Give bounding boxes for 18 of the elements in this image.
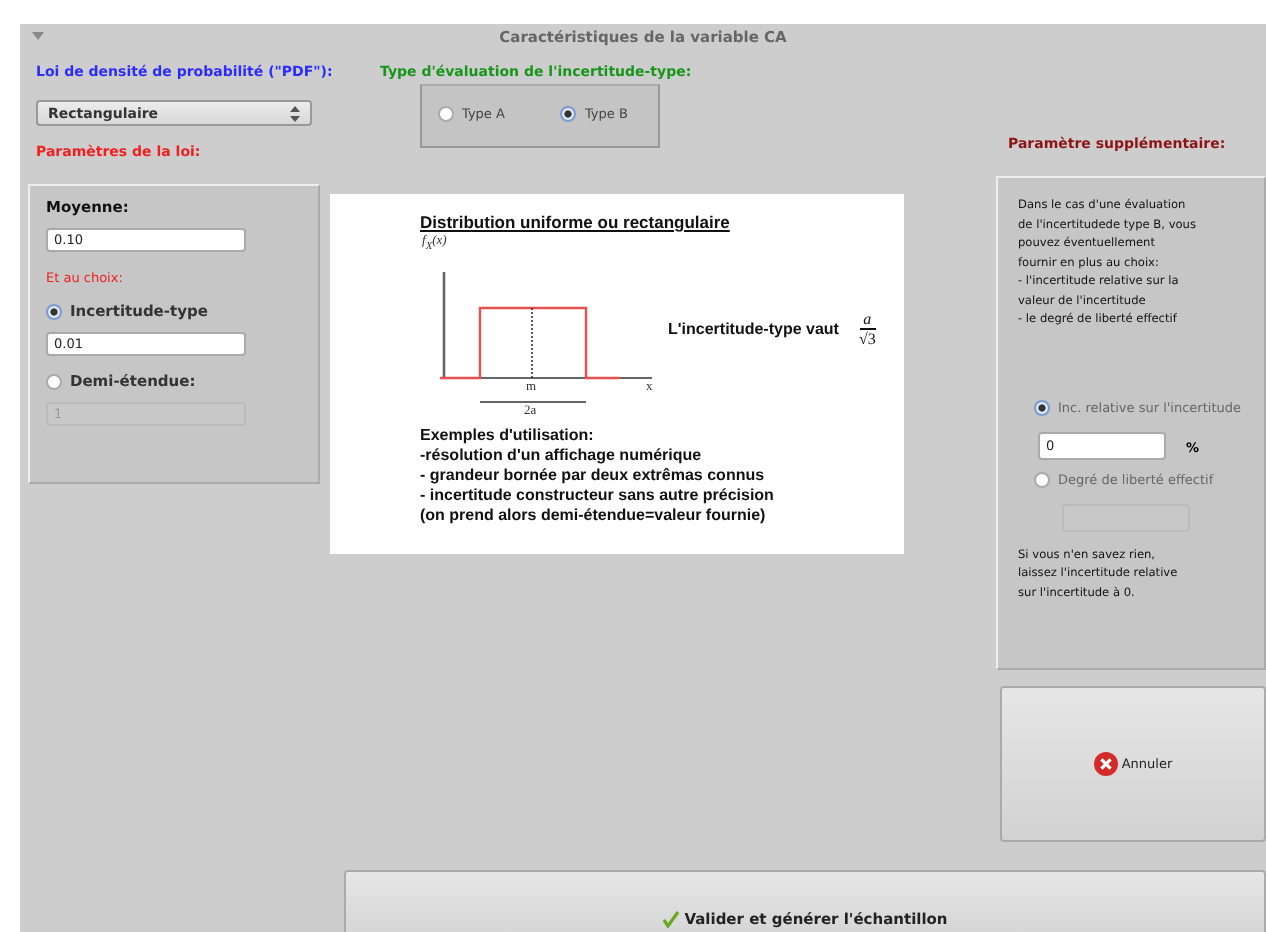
radio-button[interactable] [1034,399,1050,415]
example-line: -résolution d'un affichage numérique [420,446,702,466]
example-line: - grandeur bornée par deux extrêmas connus [420,466,765,486]
caret-icon[interactable] [32,32,44,40]
close-icon [1093,752,1118,776]
radio-button[interactable] [438,106,454,122]
radio-button[interactable] [46,303,62,319]
formula-label: L'incertitude-type vaut [668,320,839,338]
formula: a √3 [858,310,876,348]
examples-title: Exemples d'utilisation: [420,426,594,446]
radio-button[interactable] [46,373,62,389]
spinner-arrows-icon [290,105,300,121]
check-icon [662,910,681,928]
example-line: (on prend alors demi-étendue=valeur fournie) [420,506,766,526]
example-line: - incertitude constructeur sans autre précision [420,486,774,506]
illustration-title: Distribution uniforme ou rectangulaire [420,212,730,232]
radio-button[interactable] [560,106,577,122]
radio-button[interactable] [1034,471,1050,487]
